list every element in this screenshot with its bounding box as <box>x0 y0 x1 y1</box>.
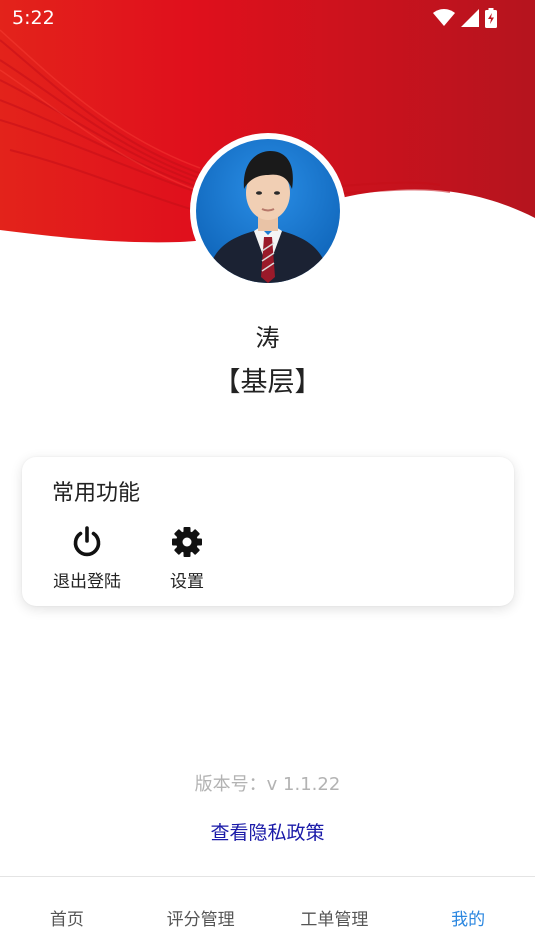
battery-charging-icon <box>485 8 497 28</box>
settings-button[interactable]: 设置 <box>142 521 232 592</box>
power-icon <box>73 526 101 557</box>
wifi-icon <box>433 9 455 26</box>
common-functions-title: 常用功能 <box>52 481 141 506</box>
cellular-signal-icon <box>461 9 479 27</box>
user-name: 涛 <box>255 324 280 352</box>
privacy-policy-link[interactable]: 查看隐私政策 <box>0 818 535 845</box>
status-time: 5:22 <box>12 7 55 29</box>
common-functions-card: 常用功能 退出登陆 设置 <box>22 457 514 606</box>
nav-item-rating-management[interactable]: 评分管理 <box>134 877 268 951</box>
nav-item-mine[interactable]: 我的 <box>401 877 535 951</box>
user-role: 【基层】 <box>213 367 322 398</box>
nav-item-home[interactable]: 首页 <box>0 877 134 951</box>
version-text: 版本号：v 1.1.22 <box>194 774 341 795</box>
nav-item-work-order-management[interactable]: 工单管理 <box>268 877 402 951</box>
status-bar: 5:22 <box>0 0 535 36</box>
bottom-nav: 首页 评分管理 工单管理 我的 <box>0 876 535 951</box>
logout-button[interactable]: 退出登陆 <box>42 521 132 592</box>
logout-label: 退出登陆 <box>53 572 121 592</box>
settings-label: 设置 <box>170 572 204 592</box>
avatar[interactable] <box>190 133 346 289</box>
status-icons <box>433 8 497 28</box>
gear-icon <box>172 527 202 557</box>
avatar-photo <box>196 139 340 283</box>
